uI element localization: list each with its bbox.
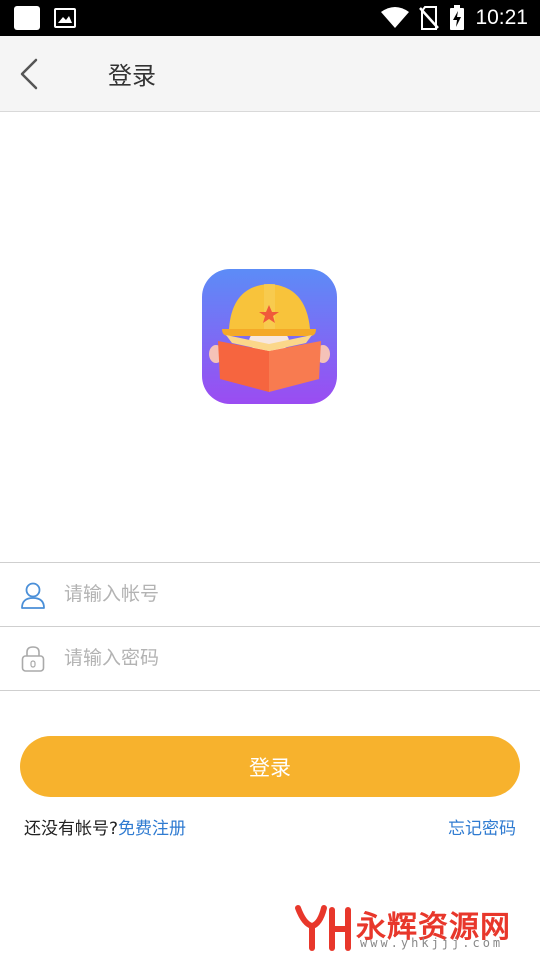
notification-square-icon xyxy=(14,6,40,30)
chevron-left-icon xyxy=(20,58,38,90)
password-field xyxy=(0,626,540,691)
yh-logo-icon xyxy=(295,905,351,951)
battery-charging-icon xyxy=(450,5,465,30)
lock-icon xyxy=(21,646,45,672)
no-sim-icon xyxy=(419,6,440,30)
page-title: 登录 xyxy=(108,62,156,90)
status-time: 10:21 xyxy=(475,6,528,29)
watermark: 永辉资源网 www.yhkjjj.com xyxy=(294,900,524,956)
no-account-text: 还没有帐号? xyxy=(24,819,119,839)
login-links: 还没有帐号?免费注册 忘记密码 xyxy=(24,814,516,840)
status-left xyxy=(14,6,76,30)
login-button[interactable]: 登录 xyxy=(20,736,520,797)
watermark-url: www.yhkjjj.com xyxy=(360,936,504,950)
status-bar: 10:21 xyxy=(0,0,540,36)
user-icon xyxy=(21,582,45,609)
register-link[interactable]: 免费注册 xyxy=(118,819,186,839)
back-button[interactable] xyxy=(12,52,52,96)
status-right: 10:21 xyxy=(381,4,528,32)
account-field xyxy=(0,562,540,626)
image-icon xyxy=(54,8,76,28)
account-input[interactable] xyxy=(64,575,514,613)
password-input[interactable] xyxy=(64,639,514,677)
forgot-password-link[interactable]: 忘记密码 xyxy=(448,814,516,839)
wifi-icon xyxy=(381,7,410,28)
header-bar: 登录 xyxy=(0,36,540,112)
helmet-book-logo xyxy=(202,269,337,404)
